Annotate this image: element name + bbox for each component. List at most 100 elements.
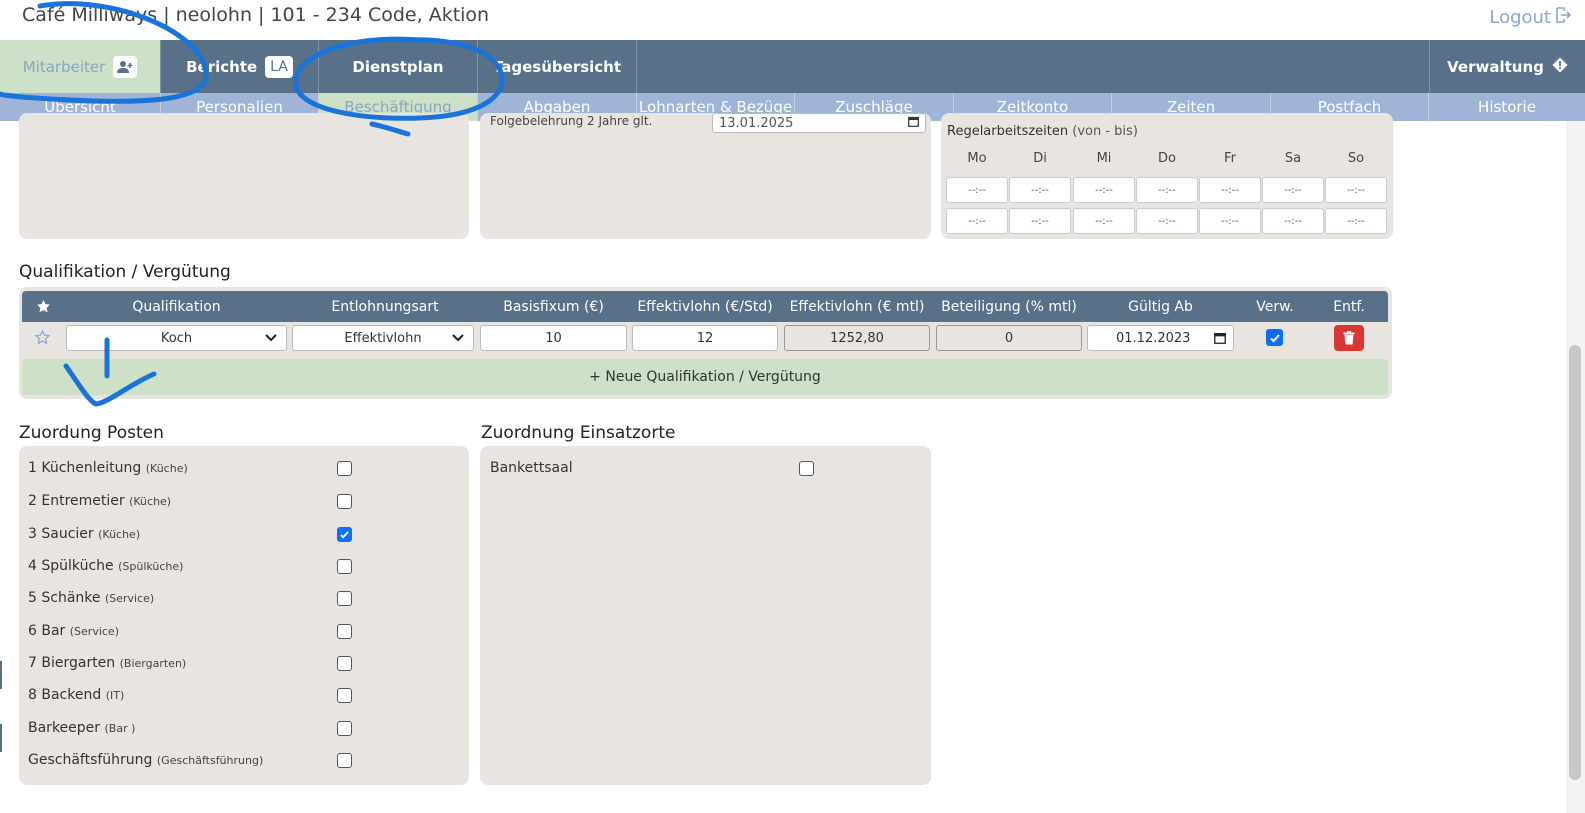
posten-group: (Spülküche) bbox=[118, 560, 184, 573]
einsatzort-checkbox-bankettsaal[interactable] bbox=[799, 461, 814, 476]
posten-label: Geschäftsführung (Geschäftsführung) bbox=[28, 752, 263, 768]
posten-label: 5 Schänke (Service) bbox=[28, 590, 154, 606]
effektivlohn-std-input[interactable]: 12 bbox=[632, 325, 778, 351]
header-qualifikation: Qualifikation bbox=[132, 298, 221, 315]
posten-checkbox[interactable] bbox=[337, 721, 352, 736]
tab-mitarbeiter[interactable]: Mitarbeiter bbox=[0, 40, 161, 93]
posten-section-title: Zuordung Posten bbox=[19, 423, 164, 443]
posten-checkbox[interactable] bbox=[337, 656, 352, 671]
posten-checkbox[interactable] bbox=[337, 527, 352, 542]
delete-button[interactable] bbox=[1334, 325, 1364, 351]
posten-group: (Küche) bbox=[145, 462, 188, 475]
time-input-di-von[interactable]: --:-- bbox=[1009, 177, 1071, 203]
time-input-sa-bis[interactable]: --:-- bbox=[1262, 208, 1324, 234]
time-input-di-bis[interactable]: --:-- bbox=[1009, 208, 1071, 234]
app-title: Café Milliways | neolohn | 101 - 234 Cod… bbox=[22, 4, 490, 26]
logout-link[interactable]: Logout bbox=[1489, 6, 1572, 29]
time-input-sa-von[interactable]: --:-- bbox=[1262, 177, 1324, 203]
posten-name: Geschäftsführung bbox=[28, 752, 153, 768]
time-input-do-bis[interactable]: --:-- bbox=[1136, 208, 1198, 234]
posten-name: 1 Küchenleitung bbox=[28, 460, 142, 476]
basisfixum-input[interactable]: 10 bbox=[480, 325, 627, 351]
posten-checkbox[interactable] bbox=[337, 591, 352, 606]
time-input-so-von[interactable]: --:-- bbox=[1325, 177, 1387, 203]
posten-name: 5 Schänke bbox=[28, 590, 101, 606]
left-edge-strip bbox=[0, 724, 2, 752]
posten-group: (Küche) bbox=[129, 495, 172, 508]
posten-label: 2 Entremetier (Küche) bbox=[28, 493, 171, 509]
checkmark-icon bbox=[1269, 333, 1280, 342]
time-input-fr-bis[interactable]: --:-- bbox=[1199, 208, 1261, 234]
day-label-do: Do bbox=[1158, 151, 1176, 166]
regelarbeitszeiten-title-text: Regelarbeitszeiten bbox=[947, 124, 1069, 139]
posten-group: (Service) bbox=[69, 625, 119, 638]
top-bar: Café Milliways | neolohn | 101 - 234 Cod… bbox=[0, 0, 1585, 40]
header-gueltig-ab: Gültig Ab bbox=[1128, 298, 1193, 315]
day-label-so: So bbox=[1347, 151, 1365, 166]
tab-mitarbeiter-label: Mitarbeiter bbox=[22, 57, 106, 76]
posten-checkbox[interactable] bbox=[337, 688, 352, 703]
tab-dienstplan[interactable]: Dienstplan bbox=[319, 40, 478, 93]
qualifikation-select[interactable]: Koch bbox=[66, 325, 287, 351]
tab-tagesuebersicht-label: Tagesübersicht bbox=[492, 57, 622, 76]
tab-dienstplan-label: Dienstplan bbox=[352, 57, 444, 76]
subtab-historie[interactable]: Historie bbox=[1429, 93, 1585, 121]
add-user-icon bbox=[113, 55, 138, 78]
chevron-down-icon bbox=[264, 330, 278, 348]
header-basisfixum: Basisfixum (€) bbox=[503, 298, 604, 315]
einsatzorte-panel bbox=[480, 446, 931, 785]
header-effektivlohn-std: Effektivlohn (€/Std) bbox=[637, 298, 773, 315]
verwenden-checkbox[interactable] bbox=[1266, 329, 1283, 346]
left-edge-strip bbox=[0, 661, 2, 689]
time-input-so-bis[interactable]: --:-- bbox=[1325, 208, 1387, 234]
folgebelehrung-date-input[interactable]: 13.01.2025 bbox=[712, 113, 926, 133]
checkmark-icon bbox=[340, 531, 349, 539]
gueltig-ab-date-input[interactable]: 01.12.2023 bbox=[1087, 325, 1234, 351]
posten-name: Barkeeper bbox=[28, 720, 101, 736]
posten-label: 4 Spülküche (Spülküche) bbox=[28, 558, 183, 574]
upper-left-panel bbox=[19, 113, 469, 239]
posten-label: 3 Saucier (Küche) bbox=[28, 526, 140, 542]
day-label-di: Di bbox=[1033, 151, 1047, 166]
qualifikation-section-title: Qualifikation / Vergütung bbox=[19, 262, 231, 282]
tab-berichte[interactable]: Berichte LA bbox=[161, 40, 319, 93]
time-input-mi-von[interactable]: --:-- bbox=[1073, 177, 1135, 203]
tab-verwaltung[interactable]: Verwaltung bbox=[1429, 40, 1585, 93]
einsatzort-label-bankettsaal: Bankettsaal bbox=[490, 460, 573, 476]
calendar-icon bbox=[908, 116, 919, 131]
posten-label: Barkeeper (Bar ) bbox=[28, 720, 135, 736]
header-entlohnungsart: Entlohnungsart bbox=[331, 298, 439, 315]
qualifikation-select-value: Koch bbox=[160, 330, 193, 346]
folgebelehrung-date-value: 13.01.2025 bbox=[719, 115, 794, 131]
entlohnungsart-select[interactable]: Effektivlohn bbox=[292, 325, 474, 351]
einsatzorte-section-title: Zuordnung Einsatzorte bbox=[481, 423, 676, 443]
header-entf: Entf. bbox=[1333, 298, 1365, 315]
main-navigation: Mitarbeiter Berichte LA Dienstplan Tages… bbox=[0, 40, 1585, 93]
add-qualifikation-button[interactable]: + Neue Qualifikation / Vergütung bbox=[22, 359, 1388, 395]
header-verw: Verw. bbox=[1256, 298, 1294, 315]
warning-diamond-icon bbox=[1552, 57, 1568, 77]
time-input-mo-von[interactable]: --:-- bbox=[946, 177, 1008, 203]
logout-label: Logout bbox=[1489, 7, 1551, 28]
posten-checkbox[interactable] bbox=[337, 559, 352, 574]
logout-icon bbox=[1555, 6, 1572, 29]
time-input-mi-bis[interactable]: --:-- bbox=[1073, 208, 1135, 234]
star-header-icon bbox=[22, 291, 64, 322]
time-input-mo-bis[interactable]: --:-- bbox=[946, 208, 1008, 234]
posten-name: 3 Saucier bbox=[28, 526, 94, 542]
regelarbeitszeiten-suffix: (von - bis) bbox=[1072, 124, 1138, 139]
day-label-mi: Mi bbox=[1096, 151, 1112, 166]
posten-checkbox[interactable] bbox=[337, 494, 352, 509]
scrollbar-thumb[interactable] bbox=[1569, 345, 1581, 780]
posten-group: (Küche) bbox=[98, 528, 141, 541]
time-input-fr-von[interactable]: --:-- bbox=[1199, 177, 1261, 203]
posten-checkbox[interactable] bbox=[337, 624, 352, 639]
posten-checkbox[interactable] bbox=[337, 753, 352, 768]
favorite-star-icon[interactable] bbox=[34, 329, 51, 349]
time-input-do-von[interactable]: --:-- bbox=[1136, 177, 1198, 203]
posten-checkbox[interactable] bbox=[337, 461, 352, 476]
beteiligung-field: 0 bbox=[936, 325, 1082, 351]
gueltig-ab-value: 01.12.2023 bbox=[1116, 330, 1191, 346]
posten-group: (IT) bbox=[105, 689, 125, 702]
tab-tagesuebersicht[interactable]: Tagesübersicht bbox=[478, 40, 637, 93]
